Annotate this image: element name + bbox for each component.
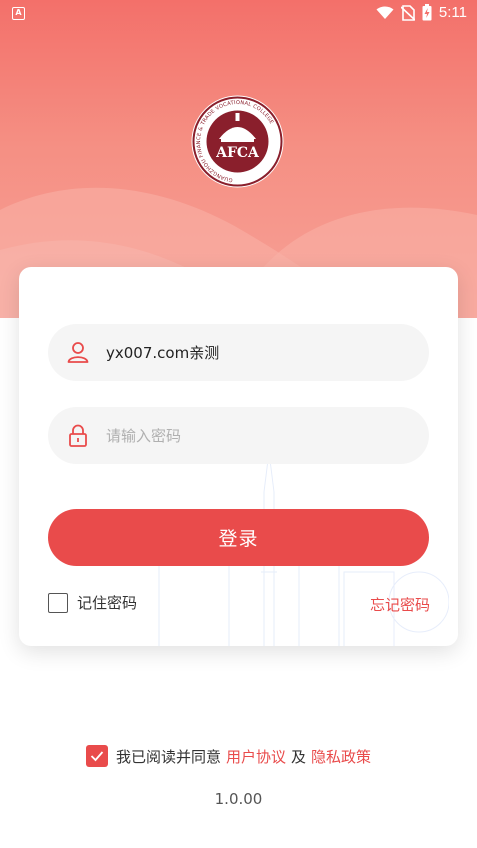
check-icon bbox=[90, 751, 104, 762]
battery-charging-icon bbox=[422, 4, 432, 21]
password-field[interactable] bbox=[48, 407, 429, 464]
username-input[interactable] bbox=[106, 324, 406, 381]
agreement-prefix: 我已阅读并同意 bbox=[116, 747, 222, 766]
login-button[interactable]: 登录 bbox=[48, 509, 429, 566]
no-sim-icon bbox=[400, 4, 415, 21]
username-field[interactable] bbox=[48, 324, 429, 381]
status-bar: A 5:11 bbox=[0, 0, 477, 28]
agreement-row: 我已阅读并同意 用户协议 及 隐私政策 bbox=[86, 745, 371, 767]
logo-text: AFCA bbox=[215, 145, 260, 161]
lock-icon bbox=[69, 424, 87, 447]
wifi-icon bbox=[376, 6, 394, 19]
user-icon bbox=[67, 342, 89, 363]
privacy-policy-link[interactable]: 隐私政策 bbox=[311, 746, 371, 767]
password-input[interactable] bbox=[106, 407, 406, 464]
login-card: 登录 记住密码 忘记密码 bbox=[19, 267, 458, 646]
agreement-checkbox[interactable] bbox=[86, 745, 108, 767]
forgot-password-link[interactable]: 忘记密码 bbox=[370, 594, 430, 615]
user-agreement-link[interactable]: 用户协议 bbox=[226, 746, 286, 767]
college-logo: GUANGZHOU FINANCE & TRADE VOCATIONAL COL… bbox=[191, 95, 284, 188]
remember-password-toggle[interactable]: 记住密码 bbox=[48, 592, 137, 613]
remember-password-label: 记住密码 bbox=[77, 594, 138, 612]
app-version: 1.0.00 bbox=[214, 790, 263, 808]
notification-icon: A bbox=[12, 7, 25, 20]
remember-password-checkbox[interactable] bbox=[48, 592, 68, 613]
agreement-joiner: 及 bbox=[291, 747, 307, 766]
status-time: 5:11 bbox=[438, 4, 467, 21]
